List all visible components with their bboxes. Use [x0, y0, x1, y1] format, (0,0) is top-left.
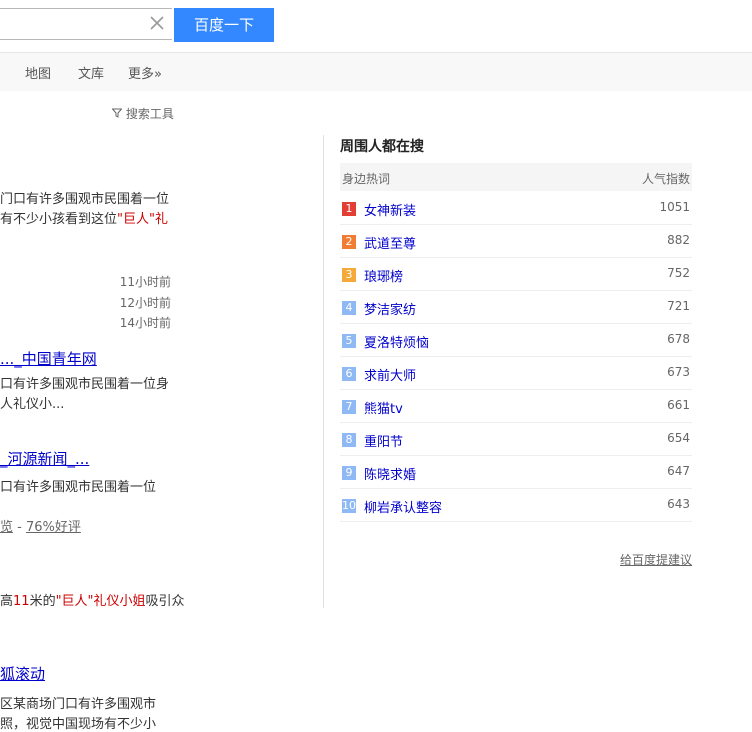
hot-search-row[interactable]: 6 求前大师 673: [340, 357, 692, 390]
hot-search-row[interactable]: 9 陈晓求婚 647: [340, 456, 692, 489]
search-button[interactable]: 百度一下: [174, 8, 274, 42]
header-term-label: 身边热词: [342, 172, 391, 186]
hot-search-score: 752: [667, 266, 690, 280]
result-snippet: 人礼仪小...: [0, 397, 65, 412]
search-input[interactable]: [0, 8, 172, 40]
hot-search-link[interactable]: 梦洁家纺: [364, 299, 416, 318]
tab-more[interactable]: 更多»: [128, 63, 162, 82]
hot-search-score: 661: [667, 398, 690, 412]
rank-badge: 3: [342, 268, 356, 282]
filter-icon: [111, 107, 126, 121]
hot-search-link[interactable]: 重阳节: [364, 431, 403, 450]
result-snippet: 高11米的"巨人"礼仪小姐吸引众: [0, 594, 185, 609]
result-title-link[interactable]: 狐滚动: [0, 663, 45, 684]
tab-bar: [0, 52, 752, 91]
result-snippet: 区某商场门口有许多围观市: [0, 697, 157, 712]
result-snippet: 口有许多围观市民围着一位身: [0, 377, 170, 392]
hot-search-link[interactable]: 陈晓求婚: [364, 464, 416, 483]
result-time: 11小时前: [119, 275, 171, 289]
hot-search-row[interactable]: 1 女神新装 1051: [340, 192, 692, 225]
search-tools-button[interactable]: 搜索工具: [111, 105, 174, 122]
hot-searches-title: 周围人都在搜: [340, 139, 424, 155]
result-snippet: 门口有许多围观市民围着一位: [0, 192, 170, 207]
hot-search-row[interactable]: 4 梦洁家纺 721: [340, 291, 692, 324]
hot-search-score: 678: [667, 332, 690, 346]
search-tools-label: 搜索工具: [125, 107, 174, 121]
hot-searches-header: 身边热词 人气指数: [340, 163, 692, 191]
rank-badge: 7: [342, 400, 356, 414]
feedback-link[interactable]: 给百度提建议: [620, 551, 692, 568]
hot-search-link[interactable]: 柳岩承认整容: [364, 497, 442, 516]
hot-search-link[interactable]: 熊猫tv: [364, 398, 403, 417]
hot-search-score: 1051: [659, 200, 690, 214]
hot-search-row[interactable]: 8 重阳节 654: [340, 423, 692, 456]
hot-search-score: 647: [667, 464, 690, 478]
hot-search-row[interactable]: 3 琅琊榜 752: [340, 258, 692, 291]
result-snippet: 口有许多围观市民围着一位: [0, 480, 157, 495]
hot-search-score: 721: [667, 299, 690, 313]
hot-search-row[interactable]: 10 柳岩承认整容 643: [340, 489, 692, 522]
result-meta-link[interactable]: 览: [0, 520, 13, 535]
clear-icon[interactable]: [148, 14, 166, 32]
hot-search-score: 673: [667, 365, 690, 379]
hot-search-score: 643: [667, 497, 690, 511]
header-index-label: 人气指数: [641, 172, 690, 186]
rank-badge: 10: [342, 499, 356, 513]
tab-map[interactable]: 地图: [25, 63, 51, 82]
rank-badge: 6: [342, 367, 356, 381]
result-meta: 览 - 76%好评: [0, 520, 81, 535]
column-divider: [323, 135, 324, 608]
rank-badge: 1: [342, 202, 356, 216]
hot-search-link[interactable]: 夏洛特烦恼: [364, 332, 429, 351]
hot-search-score: 654: [667, 431, 690, 445]
rank-badge: 9: [342, 466, 356, 480]
rank-badge: 8: [342, 433, 356, 447]
rank-badge: 2: [342, 235, 356, 249]
result-snippet: 有不少小孩看到这位"巨人"礼: [0, 212, 168, 227]
hot-search-link[interactable]: 女神新装: [364, 200, 416, 219]
result-time: 14小时前: [119, 316, 171, 330]
result-title-link[interactable]: ..._中国青年网: [0, 348, 97, 369]
rank-badge: 4: [342, 301, 356, 315]
tab-wenku[interactable]: 文库: [78, 63, 104, 82]
hot-search-row[interactable]: 5 夏洛特烦恼 678: [340, 324, 692, 357]
hot-search-row[interactable]: 7 熊猫tv 661: [340, 390, 692, 423]
hot-search-link[interactable]: 琅琊榜: [364, 266, 403, 285]
result-time: 12小时前: [119, 296, 171, 310]
rating-link[interactable]: 76%好评: [26, 520, 81, 535]
hot-search-row[interactable]: 2 武道至尊 882: [340, 225, 692, 258]
rank-badge: 5: [342, 334, 356, 348]
result-snippet: 照，视觉中国现场有不少小: [0, 717, 157, 732]
hot-search-link[interactable]: 武道至尊: [364, 233, 416, 252]
result-title-link[interactable]: _河源新闻_...: [0, 448, 89, 469]
hot-search-score: 882: [667, 233, 690, 247]
hot-search-link[interactable]: 求前大师: [364, 365, 416, 384]
